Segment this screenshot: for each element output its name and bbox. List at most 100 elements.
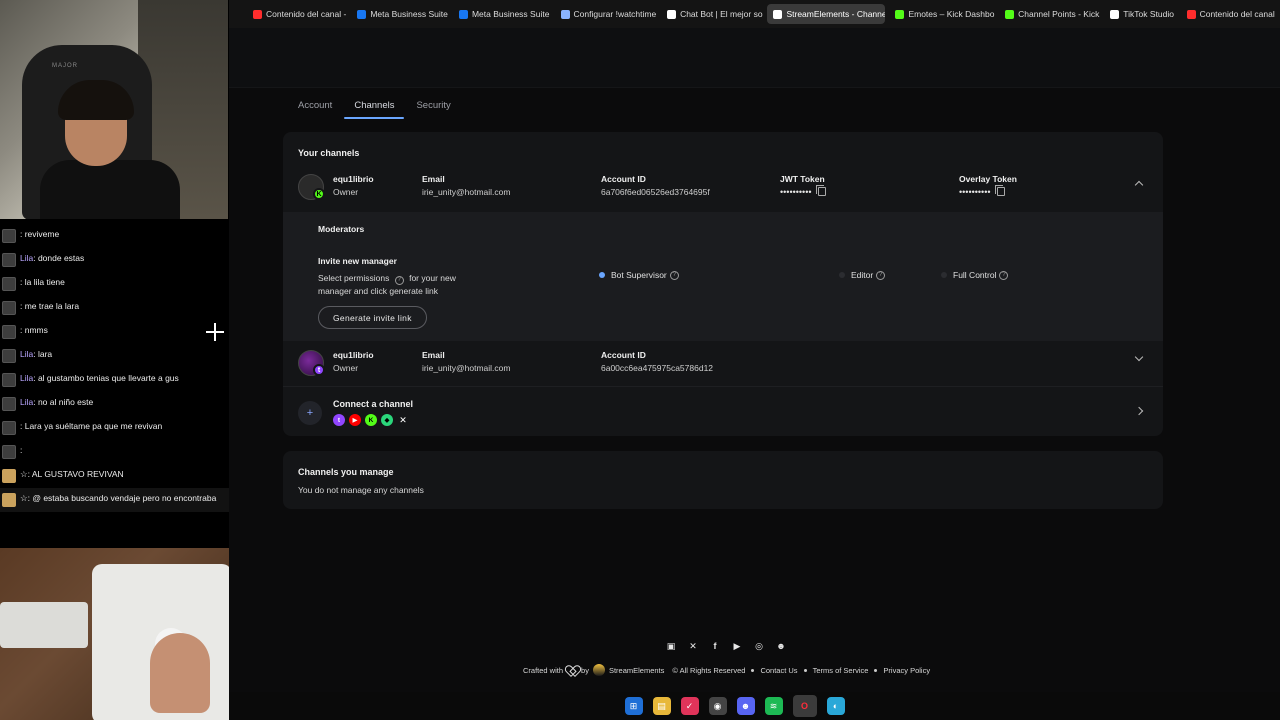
- facebook-icon[interactable]: f: [709, 640, 721, 652]
- youtube-icon[interactable]: ▶: [731, 640, 743, 652]
- chat-message: Lila: no al niño este: [0, 392, 229, 416]
- instagram-icon[interactable]: ◎: [753, 640, 765, 652]
- radio-unselected[interactable]: [839, 272, 845, 278]
- top-navbar: [229, 28, 1280, 88]
- chevron-down-icon[interactable]: [1134, 352, 1144, 362]
- chat-message-text: : Lara ya suéltame pa que me revivan: [20, 421, 163, 431]
- chat-text: ☆: @ estaba buscando vendaje pero no enc…: [20, 493, 216, 504]
- chat-message-text: : la lila tiene: [20, 277, 65, 287]
- chat-message: Lila: al gustambo tenias que llevarte a …: [0, 368, 229, 392]
- settings-tabs: Account Channels Security: [298, 100, 451, 119]
- file-explorer-icon[interactable]: ▤: [652, 697, 671, 715]
- app-icon[interactable]: ◐: [826, 697, 845, 715]
- kick-icon: K: [365, 414, 377, 426]
- browser-tab[interactable]: Chat Bot | El mejor so: [661, 4, 763, 24]
- twitch-icon[interactable]: ▣: [665, 640, 677, 652]
- chat-text: Lila: al gustambo tenias que llevarte a …: [20, 373, 179, 384]
- tab-label: Contenido del canal -: [266, 9, 347, 19]
- chat-avatar: [2, 445, 16, 459]
- plus-icon[interactable]: +: [298, 401, 322, 425]
- separator: [874, 668, 878, 672]
- chat-text: : me trae la lara: [20, 301, 79, 312]
- discord-icon[interactable]: ☻: [736, 697, 755, 715]
- account-id-label: Account ID: [601, 350, 646, 360]
- browser-tabs-bar: Contenido del canal - Meta Business Suite…: [229, 0, 1280, 28]
- tab-favicon-icon: [1110, 9, 1120, 19]
- chevron-right-icon: [1134, 406, 1144, 416]
- jwt-token-masked: ••••••••••: [780, 187, 812, 197]
- tab-label: Channel Points - Kick: [1018, 9, 1100, 19]
- copy-icon[interactable]: [994, 185, 1005, 196]
- chat-message: Lila: donde estas: [0, 248, 229, 272]
- x-icon[interactable]: ✕: [687, 640, 699, 652]
- browser-tab[interactable]: TikTok Studio: [1104, 4, 1176, 24]
- radio-selected[interactable]: [599, 272, 605, 278]
- chevron-up-icon[interactable]: [1134, 180, 1144, 190]
- tab-channels[interactable]: Channels: [344, 100, 405, 119]
- email-label: Email: [422, 350, 445, 360]
- chat-avatar: [2, 253, 16, 267]
- tab-favicon-icon: [667, 9, 677, 19]
- chat-text: : Lara ya suéltame pa que me revivan: [20, 421, 162, 432]
- webcam-top: MAJOR: [0, 0, 228, 219]
- browser-tab[interactable]: Meta Business Suite: [351, 4, 449, 24]
- app-icon[interactable]: ✓: [680, 697, 699, 715]
- connect-channel-row[interactable]: + Connect a channel t ▶ K ◆ ✕: [283, 386, 1163, 436]
- terms-link[interactable]: Terms of Service: [813, 666, 869, 675]
- taskbar: ⊞ ▤ ✓ ◉ ☻ ≋ O ◐: [229, 692, 1280, 720]
- brand-text: StreamElements: [608, 665, 665, 675]
- tab-account[interactable]: Account: [298, 100, 332, 119]
- browser-tab[interactable]: StreamElements - Channe: [767, 4, 886, 24]
- tab-label: Configurar !watchtime: [573, 9, 657, 19]
- twitch-icon: t: [313, 364, 325, 376]
- help-icon[interactable]: ?: [876, 270, 886, 280]
- windows-start-icon[interactable]: ⊞: [624, 697, 643, 715]
- tab-favicon-icon: [1005, 9, 1015, 19]
- chat-text: : la lila tiene: [20, 277, 65, 288]
- browser-tab[interactable]: Meta Business Suite: [453, 4, 551, 24]
- generate-invite-link-button[interactable]: Generate invite link: [318, 306, 427, 329]
- overlay-token-value: ••••••••••: [959, 185, 1005, 197]
- permission-full-control[interactable]: Full Control ?: [941, 270, 1011, 280]
- chat-avatar: [2, 349, 16, 363]
- moderators-panel: Moderators Invite new manager Select per…: [283, 212, 1163, 341]
- tab-label: Emotes – Kick Dashbo: [908, 9, 995, 19]
- chat-message: :: [0, 440, 229, 464]
- channel-name: equ1librio: [333, 350, 374, 360]
- help-icon[interactable]: ?: [669, 270, 679, 280]
- channel-role: Owner: [333, 187, 359, 197]
- chat-message: ☆: @ estaba buscando vendaje pero no enc…: [0, 488, 229, 512]
- help-icon[interactable]: ?: [394, 276, 404, 285]
- radio-unselected[interactable]: [941, 272, 947, 278]
- tab-label: Meta Business Suite: [471, 9, 550, 19]
- chat-text: : reviveme: [20, 229, 59, 240]
- chat-message-text: : nmms: [20, 325, 48, 335]
- browser-tab[interactable]: Configurar !watchtime: [555, 4, 658, 24]
- social-icons: ▣ ✕ f ▶ ◎ ☻: [665, 640, 787, 652]
- browser-tab[interactable]: Contenido del canal -: [247, 4, 347, 24]
- contact-link[interactable]: Contact Us: [760, 666, 797, 675]
- privacy-link[interactable]: Privacy Policy: [883, 666, 930, 675]
- browser-tab[interactable]: Contenido del canal: [1181, 4, 1276, 24]
- help-icon[interactable]: ?: [999, 270, 1009, 280]
- email-value: irie_unity@hotmail.com: [422, 363, 511, 373]
- channels-you-manage-card: Channels you manage You do not manage an…: [283, 451, 1163, 509]
- hand: [150, 633, 210, 713]
- copy-icon[interactable]: [815, 185, 826, 196]
- discord-icon[interactable]: ☻: [775, 640, 787, 652]
- crosshair-cursor-icon: [206, 323, 224, 341]
- stream-chat: : reviveme Lila: donde estas : la lila tie…: [0, 224, 229, 512]
- chat-avatar: [2, 397, 16, 411]
- tab-security[interactable]: Security: [416, 100, 450, 119]
- separator: [751, 668, 755, 672]
- permission-editor[interactable]: Editor ?: [839, 270, 888, 280]
- browser-tab[interactable]: Emotes – Kick Dashbo: [889, 4, 995, 24]
- chat-text: Lila: no al niño este: [20, 397, 93, 408]
- chat-message-text: : al gustambo tenias que llevarte a gus: [33, 373, 179, 383]
- permission-bot-supervisor[interactable]: Bot Supervisor ?: [599, 270, 682, 280]
- email-value: irie_unity@hotmail.com: [422, 187, 511, 197]
- spotify-icon[interactable]: ≋: [764, 697, 783, 715]
- opera-icon[interactable]: O: [792, 695, 817, 717]
- browser-tab[interactable]: Channel Points - Kick: [999, 4, 1100, 24]
- obs-icon[interactable]: ◉: [708, 697, 727, 715]
